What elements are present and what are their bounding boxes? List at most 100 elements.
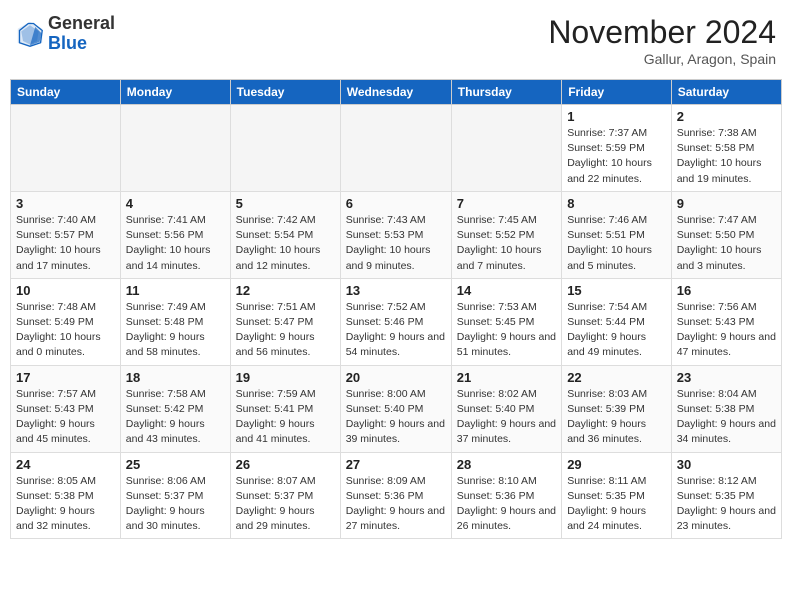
- day-info: Sunrise: 7:48 AM Sunset: 5:49 PM Dayligh…: [16, 300, 115, 361]
- calendar-cell: 20 Sunrise: 8:00 AM Sunset: 5:40 PM Dayli…: [340, 365, 451, 452]
- day-info: Sunrise: 7:42 AM Sunset: 5:54 PM Dayligh…: [236, 213, 335, 274]
- day-header-tuesday: Tuesday: [230, 80, 340, 105]
- day-number: 26: [236, 457, 335, 472]
- day-header-saturday: Saturday: [671, 80, 781, 105]
- day-number: 29: [567, 457, 666, 472]
- calendar-cell: 6Sunrise: 7:43 AM Sunset: 5:53 PM Daylig…: [340, 191, 451, 278]
- day-info: Sunrise: 8:04 AM Sunset: 5:38 PM Dayligh…: [677, 387, 776, 448]
- calendar-cell: 7Sunrise: 7:45 AM Sunset: 5:52 PM Daylig…: [451, 191, 561, 278]
- calendar-cell: [340, 105, 451, 192]
- calendar-cell: 16 Sunrise: 7:56 AM Sunset: 5:43 PM Dayli…: [671, 278, 781, 365]
- day-number: 15: [567, 283, 666, 298]
- calendar-cell: 3Sunrise: 7:40 AM Sunset: 5:57 PM Daylig…: [11, 191, 121, 278]
- calendar-cell: [120, 105, 230, 192]
- day-number: 24: [16, 457, 115, 472]
- day-number: 17: [16, 370, 115, 385]
- calendar-cell: 1 Sunrise: 7:37 AM Sunset: 5:59 PM Daylig…: [562, 105, 672, 192]
- day-number: 11: [126, 283, 225, 298]
- calendar-cell: 2 Sunrise: 7:38 AM Sunset: 5:58 PM Daylig…: [671, 105, 781, 192]
- logo: General Blue: [16, 14, 115, 54]
- day-info: Sunrise: 7:56 AM Sunset: 5:43 PM Dayligh…: [677, 300, 776, 361]
- calendar-cell: 23 Sunrise: 8:04 AM Sunset: 5:38 PM Dayli…: [671, 365, 781, 452]
- day-number: 5: [236, 196, 335, 211]
- calendar-cell: 11 Sunrise: 7:49 AM Sunset: 5:48 PM Dayli…: [120, 278, 230, 365]
- day-info: Sunrise: 8:03 AM Sunset: 5:39 PM Dayligh…: [567, 387, 666, 448]
- day-info: Sunrise: 7:37 AM Sunset: 5:59 PM Dayligh…: [567, 126, 666, 187]
- day-number: 28: [457, 457, 556, 472]
- day-info: Sunrise: 8:06 AM Sunset: 5:37 PM Dayligh…: [126, 474, 225, 535]
- day-info: Sunrise: 8:12 AM Sunset: 5:35 PM Dayligh…: [677, 474, 776, 535]
- day-number: 2: [677, 109, 776, 124]
- calendar-cell: 5 Sunrise: 7:42 AM Sunset: 5:54 PM Daylig…: [230, 191, 340, 278]
- calendar-cell: 12 Sunrise: 7:51 AM Sunset: 5:47 PM Dayli…: [230, 278, 340, 365]
- day-info: Sunrise: 8:07 AM Sunset: 5:37 PM Dayligh…: [236, 474, 335, 535]
- calendar-table: SundayMondayTuesdayWednesdayThursdayFrid…: [10, 79, 782, 539]
- day-number: 3: [16, 196, 115, 211]
- calendar-cell: 13Sunrise: 7:52 AM Sunset: 5:46 PM Dayli…: [340, 278, 451, 365]
- day-info: Sunrise: 7:54 AM Sunset: 5:44 PM Dayligh…: [567, 300, 666, 361]
- day-info: Sunrise: 7:57 AM Sunset: 5:43 PM Dayligh…: [16, 387, 115, 448]
- calendar-cell: 30 Sunrise: 8:12 AM Sunset: 5:35 PM Dayli…: [671, 452, 781, 539]
- day-number: 9: [677, 196, 776, 211]
- calendar-cell: 27Sunrise: 8:09 AM Sunset: 5:36 PM Dayli…: [340, 452, 451, 539]
- calendar-cell: 21 Sunrise: 8:02 AM Sunset: 5:40 PM Dayli…: [451, 365, 561, 452]
- day-info: Sunrise: 8:00 AM Sunset: 5:40 PM Dayligh…: [346, 387, 446, 448]
- day-number: 20: [346, 370, 446, 385]
- day-info: Sunrise: 7:53 AM Sunset: 5:45 PM Dayligh…: [457, 300, 556, 361]
- calendar-cell: 15 Sunrise: 7:54 AM Sunset: 5:44 PM Dayli…: [562, 278, 672, 365]
- location-text: Gallur, Aragon, Spain: [548, 51, 776, 67]
- day-info: Sunrise: 8:02 AM Sunset: 5:40 PM Dayligh…: [457, 387, 556, 448]
- logo-icon: [16, 20, 44, 48]
- day-header-monday: Monday: [120, 80, 230, 105]
- calendar-cell: 25Sunrise: 8:06 AM Sunset: 5:37 PM Dayli…: [120, 452, 230, 539]
- day-number: 13: [346, 283, 446, 298]
- logo-blue-text: Blue: [48, 33, 87, 53]
- day-info: Sunrise: 8:10 AM Sunset: 5:36 PM Dayligh…: [457, 474, 556, 535]
- day-number: 12: [236, 283, 335, 298]
- day-info: Sunrise: 7:38 AM Sunset: 5:58 PM Dayligh…: [677, 126, 776, 187]
- calendar-cell: 26 Sunrise: 8:07 AM Sunset: 5:37 PM Dayli…: [230, 452, 340, 539]
- day-info: Sunrise: 7:47 AM Sunset: 5:50 PM Dayligh…: [677, 213, 776, 274]
- calendar-cell: 14 Sunrise: 7:53 AM Sunset: 5:45 PM Dayli…: [451, 278, 561, 365]
- calendar-cell: 4Sunrise: 7:41 AM Sunset: 5:56 PM Daylig…: [120, 191, 230, 278]
- logo-general-text: General: [48, 13, 115, 33]
- day-info: Sunrise: 7:49 AM Sunset: 5:48 PM Dayligh…: [126, 300, 225, 361]
- calendar-cell: 22 Sunrise: 8:03 AM Sunset: 5:39 PM Dayli…: [562, 365, 672, 452]
- calendar-cell: 8 Sunrise: 7:46 AM Sunset: 5:51 PM Daylig…: [562, 191, 672, 278]
- calendar-cell: 29 Sunrise: 8:11 AM Sunset: 5:35 PM Dayli…: [562, 452, 672, 539]
- day-header-wednesday: Wednesday: [340, 80, 451, 105]
- day-info: Sunrise: 8:11 AM Sunset: 5:35 PM Dayligh…: [567, 474, 666, 535]
- day-info: Sunrise: 7:51 AM Sunset: 5:47 PM Dayligh…: [236, 300, 335, 361]
- day-number: 23: [677, 370, 776, 385]
- calendar-cell: 18Sunrise: 7:58 AM Sunset: 5:42 PM Dayli…: [120, 365, 230, 452]
- calendar-cell: 17 Sunrise: 7:57 AM Sunset: 5:43 PM Dayli…: [11, 365, 121, 452]
- day-number: 18: [126, 370, 225, 385]
- day-number: 22: [567, 370, 666, 385]
- page-header: General Blue November 2024 Gallur, Arago…: [10, 10, 782, 71]
- day-info: Sunrise: 8:09 AM Sunset: 5:36 PM Dayligh…: [346, 474, 446, 535]
- day-number: 1: [567, 109, 666, 124]
- calendar-cell: [451, 105, 561, 192]
- day-number: 21: [457, 370, 556, 385]
- day-info: Sunrise: 7:43 AM Sunset: 5:53 PM Dayligh…: [346, 213, 446, 274]
- day-info: Sunrise: 8:05 AM Sunset: 5:38 PM Dayligh…: [16, 474, 115, 535]
- day-header-sunday: Sunday: [11, 80, 121, 105]
- day-number: 8: [567, 196, 666, 211]
- day-number: 30: [677, 457, 776, 472]
- calendar-cell: 24 Sunrise: 8:05 AM Sunset: 5:38 PM Dayli…: [11, 452, 121, 539]
- day-number: 4: [126, 196, 225, 211]
- calendar-cell: [11, 105, 121, 192]
- month-title: November 2024: [548, 14, 776, 51]
- calendar-cell: 9 Sunrise: 7:47 AM Sunset: 5:50 PM Daylig…: [671, 191, 781, 278]
- day-number: 16: [677, 283, 776, 298]
- title-block: November 2024 Gallur, Aragon, Spain: [548, 14, 776, 67]
- day-info: Sunrise: 7:59 AM Sunset: 5:41 PM Dayligh…: [236, 387, 335, 448]
- calendar-cell: [230, 105, 340, 192]
- day-number: 14: [457, 283, 556, 298]
- calendar-cell: 19 Sunrise: 7:59 AM Sunset: 5:41 PM Dayli…: [230, 365, 340, 452]
- day-info: Sunrise: 7:46 AM Sunset: 5:51 PM Dayligh…: [567, 213, 666, 274]
- day-info: Sunrise: 7:45 AM Sunset: 5:52 PM Dayligh…: [457, 213, 556, 274]
- day-header-friday: Friday: [562, 80, 672, 105]
- day-number: 19: [236, 370, 335, 385]
- day-header-thursday: Thursday: [451, 80, 561, 105]
